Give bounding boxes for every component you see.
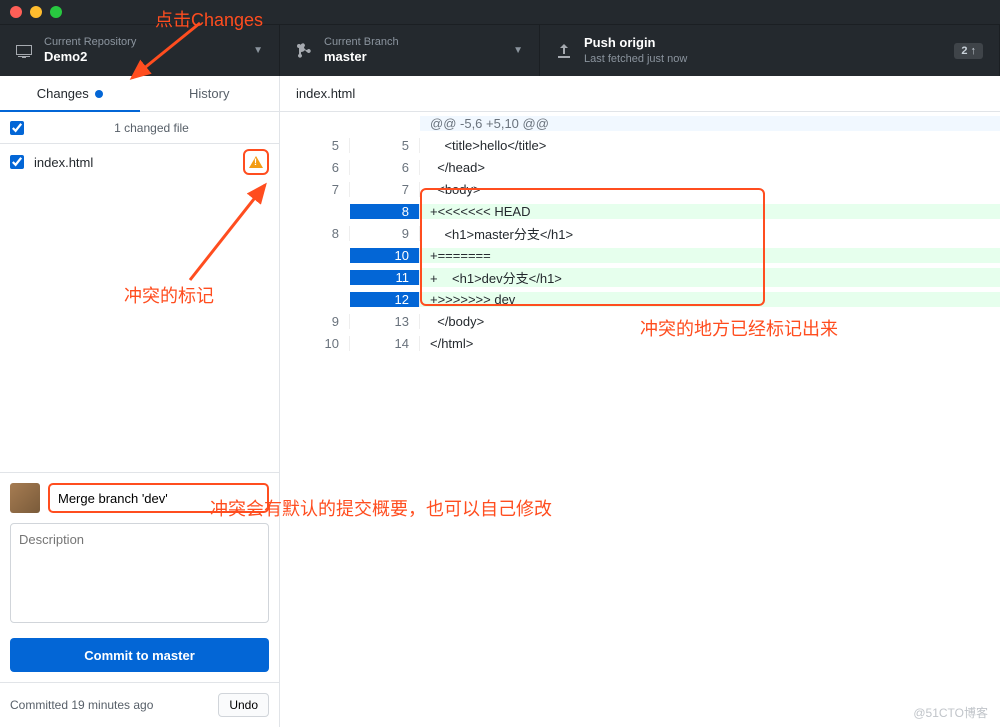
diff-line[interactable]: 10+======= bbox=[280, 244, 1000, 266]
close-window-icon[interactable] bbox=[10, 6, 22, 18]
watermark: @51CTO博客 bbox=[913, 704, 988, 721]
tab-history[interactable]: History bbox=[140, 76, 280, 111]
app-window: Current Repository Demo2 ▼ Current Branc… bbox=[0, 0, 1000, 727]
diff-line[interactable]: 89 <h1>master分支</h1> bbox=[280, 222, 1000, 244]
line-num-new: 7 bbox=[350, 182, 420, 197]
code-text: <body> bbox=[420, 182, 1000, 197]
line-num-new: 9 bbox=[350, 226, 420, 241]
avatar bbox=[10, 483, 40, 513]
sidebar-tabs: Changes History bbox=[0, 76, 279, 112]
file-name: index.html bbox=[34, 155, 243, 170]
line-num-new: 12 bbox=[350, 292, 420, 307]
desktop-icon bbox=[16, 43, 32, 59]
push-button[interactable]: Push origin Last fetched just now 2 ↑ bbox=[540, 25, 1000, 76]
chevron-down-icon: ▼ bbox=[253, 45, 263, 56]
code-text: +<<<<<<< HEAD bbox=[420, 204, 1000, 219]
push-sub: Last fetched just now bbox=[584, 52, 687, 66]
conflict-warning-badge bbox=[243, 149, 269, 175]
line-num-new: 6 bbox=[350, 160, 420, 175]
annotation-click-changes: 点击Changes bbox=[155, 6, 263, 32]
line-num-new: 10 bbox=[350, 248, 420, 263]
push-icon bbox=[556, 43, 572, 59]
line-num-new: 14 bbox=[350, 336, 420, 351]
sidebar: Changes History 1 changed file index.htm… bbox=[0, 76, 280, 727]
file-checkbox[interactable] bbox=[10, 155, 24, 169]
diff-panel: index.html @@ -5,6 +5,10 @@55 <title>hel… bbox=[280, 76, 1000, 727]
file-list: index.html bbox=[0, 144, 279, 472]
code-text: </head> bbox=[420, 160, 1000, 175]
line-num-new: 13 bbox=[350, 314, 420, 329]
line-num-old: 8 bbox=[280, 226, 350, 241]
changed-count: 1 changed file bbox=[34, 121, 269, 135]
line-num-new: 8 bbox=[350, 204, 420, 219]
changes-header: 1 changed file bbox=[0, 112, 279, 144]
tab-history-label: History bbox=[189, 86, 229, 101]
push-count-badge: 2 ↑ bbox=[954, 43, 983, 59]
committed-text: Committed 19 minutes ago bbox=[10, 698, 153, 712]
select-all-checkbox[interactable] bbox=[10, 121, 24, 135]
mac-titlebar bbox=[0, 0, 1000, 24]
line-num-old: 10 bbox=[280, 336, 350, 351]
line-num-old: 7 bbox=[280, 182, 350, 197]
line-num-new: 5 bbox=[350, 138, 420, 153]
code-text: +======= bbox=[420, 248, 1000, 263]
changed-file-row[interactable]: index.html bbox=[0, 144, 279, 180]
zoom-window-icon[interactable] bbox=[50, 6, 62, 18]
line-num-old: 9 bbox=[280, 314, 350, 329]
code-text: +>>>>>>> dev bbox=[420, 292, 1000, 307]
commit-description-input[interactable] bbox=[10, 523, 269, 623]
code-text: + <h1>dev分支</h1> bbox=[420, 268, 1000, 287]
unsaved-dot-icon bbox=[95, 90, 103, 98]
annotation-conflict-mark: 冲突的标记 bbox=[124, 282, 214, 308]
annotation-default-summary: 冲突会有默认的提交概要，也可以自己修改 bbox=[210, 495, 552, 521]
diff-line[interactable]: 55 <title>hello</title> bbox=[280, 134, 1000, 156]
chevron-down-icon: ▼ bbox=[513, 45, 523, 56]
tab-changes-label: Changes bbox=[37, 86, 89, 101]
branch-icon bbox=[296, 43, 312, 59]
line-num-old: 5 bbox=[280, 138, 350, 153]
diff-line[interactable]: 66 </head> bbox=[280, 156, 1000, 178]
diff-file-header: index.html bbox=[280, 76, 1000, 112]
repo-name: Demo2 bbox=[44, 49, 136, 66]
top-toolbar: Current Repository Demo2 ▼ Current Branc… bbox=[0, 24, 1000, 76]
commit-button[interactable]: Commit to master bbox=[10, 638, 269, 672]
undo-button[interactable]: Undo bbox=[218, 693, 269, 717]
diff-line[interactable]: 11+ <h1>dev分支</h1> bbox=[280, 266, 1000, 288]
tab-changes[interactable]: Changes bbox=[0, 76, 140, 111]
diff-line[interactable]: 12+>>>>>>> dev bbox=[280, 288, 1000, 310]
last-commit-row: Committed 19 minutes ago Undo bbox=[0, 682, 279, 727]
commit-btn-branch: master bbox=[152, 648, 195, 663]
repo-label: Current Repository bbox=[44, 35, 136, 49]
code-text: @@ -5,6 +5,10 @@ bbox=[420, 116, 1000, 131]
branch-name: master bbox=[324, 49, 399, 66]
code-text: <h1>master分支</h1> bbox=[420, 224, 1000, 243]
line-num-old: 6 bbox=[280, 160, 350, 175]
code-text: <title>hello</title> bbox=[420, 138, 1000, 153]
minimize-window-icon[interactable] bbox=[30, 6, 42, 18]
diff-view[interactable]: @@ -5,6 +5,10 @@55 <title>hello</title>6… bbox=[280, 112, 1000, 727]
branch-selector[interactable]: Current Branch master ▼ bbox=[280, 25, 540, 76]
diff-line[interactable]: 77 <body> bbox=[280, 178, 1000, 200]
push-label: Push origin bbox=[584, 35, 687, 52]
warning-icon bbox=[249, 156, 263, 168]
diff-line[interactable]: 8+<<<<<<< HEAD bbox=[280, 200, 1000, 222]
repo-selector[interactable]: Current Repository Demo2 ▼ bbox=[0, 25, 280, 76]
commit-btn-prefix: Commit to bbox=[84, 648, 152, 663]
line-num-new: 11 bbox=[350, 270, 420, 285]
branch-label: Current Branch bbox=[324, 35, 399, 49]
annotation-conflict-marked: 冲突的地方已经标记出来 bbox=[640, 315, 838, 341]
diff-line[interactable]: @@ -5,6 +5,10 @@ bbox=[280, 112, 1000, 134]
